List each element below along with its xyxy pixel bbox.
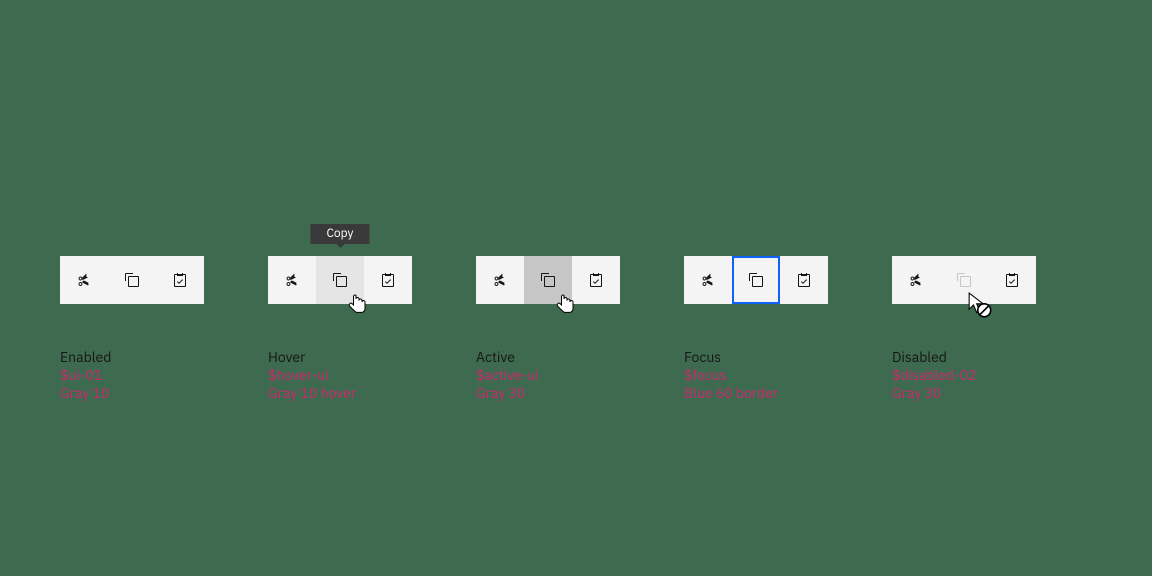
cut-button[interactable] xyxy=(476,256,524,304)
copy-button[interactable] xyxy=(524,256,572,304)
state-labels: Enabled $ui-01 Gray 10 xyxy=(60,348,260,402)
toolbar xyxy=(892,256,1036,304)
toolbar xyxy=(60,256,204,304)
state-labels: Hover $hover-ui Gray 10 hover xyxy=(268,348,468,402)
state-token: $ui-01 xyxy=(60,366,260,384)
state-colorname: Blue 60 border xyxy=(684,384,884,402)
copy-button xyxy=(940,256,988,304)
state-title: Disabled xyxy=(892,348,1092,366)
state-title: Enabled xyxy=(60,348,260,366)
state-title: Active xyxy=(476,348,676,366)
state-labels: Disabled $disabled-02 Gray 30 xyxy=(892,348,1092,402)
state-hover: Copy Hover $hover-ui Gray 10 hover xyxy=(268,256,468,402)
state-enabled: Enabled $ui-01 Gray 10 xyxy=(60,256,260,402)
tooltip: Copy xyxy=(310,224,369,244)
state-focus: Focus $focus Blue 60 border xyxy=(684,256,884,402)
state-active: Active $active-ui Gray 30 xyxy=(476,256,676,402)
copy-button[interactable] xyxy=(316,256,364,304)
state-colorname: Gray 30 xyxy=(476,384,676,402)
state-labels: Active $active-ui Gray 30 xyxy=(476,348,676,402)
copy-button[interactable] xyxy=(732,256,780,304)
cut-button[interactable] xyxy=(60,256,108,304)
paste-button[interactable] xyxy=(572,256,620,304)
toolbar xyxy=(268,256,412,304)
state-disabled: Disabled $disabled-02 Gray 30 xyxy=(892,256,1092,402)
copy-button[interactable] xyxy=(108,256,156,304)
cut-button[interactable] xyxy=(268,256,316,304)
paste-button[interactable] xyxy=(156,256,204,304)
states-row: Enabled $ui-01 Gray 10 Copy Hover $hover… xyxy=(0,256,1152,402)
state-token: $focus xyxy=(684,366,884,384)
paste-button[interactable] xyxy=(364,256,412,304)
state-title: Focus xyxy=(684,348,884,366)
state-colorname: Gray 10 hover xyxy=(268,384,468,402)
cut-button[interactable] xyxy=(892,256,940,304)
state-colorname: Gray 10 xyxy=(60,384,260,402)
state-labels: Focus $focus Blue 60 border xyxy=(684,348,884,402)
state-token: $disabled-02 xyxy=(892,366,1092,384)
toolbar xyxy=(476,256,620,304)
state-token: $active-ui xyxy=(476,366,676,384)
cut-button[interactable] xyxy=(684,256,732,304)
paste-button[interactable] xyxy=(988,256,1036,304)
paste-button[interactable] xyxy=(780,256,828,304)
state-colorname: Gray 30 xyxy=(892,384,1092,402)
toolbar xyxy=(684,256,828,304)
state-token: $hover-ui xyxy=(268,366,468,384)
state-title: Hover xyxy=(268,348,468,366)
